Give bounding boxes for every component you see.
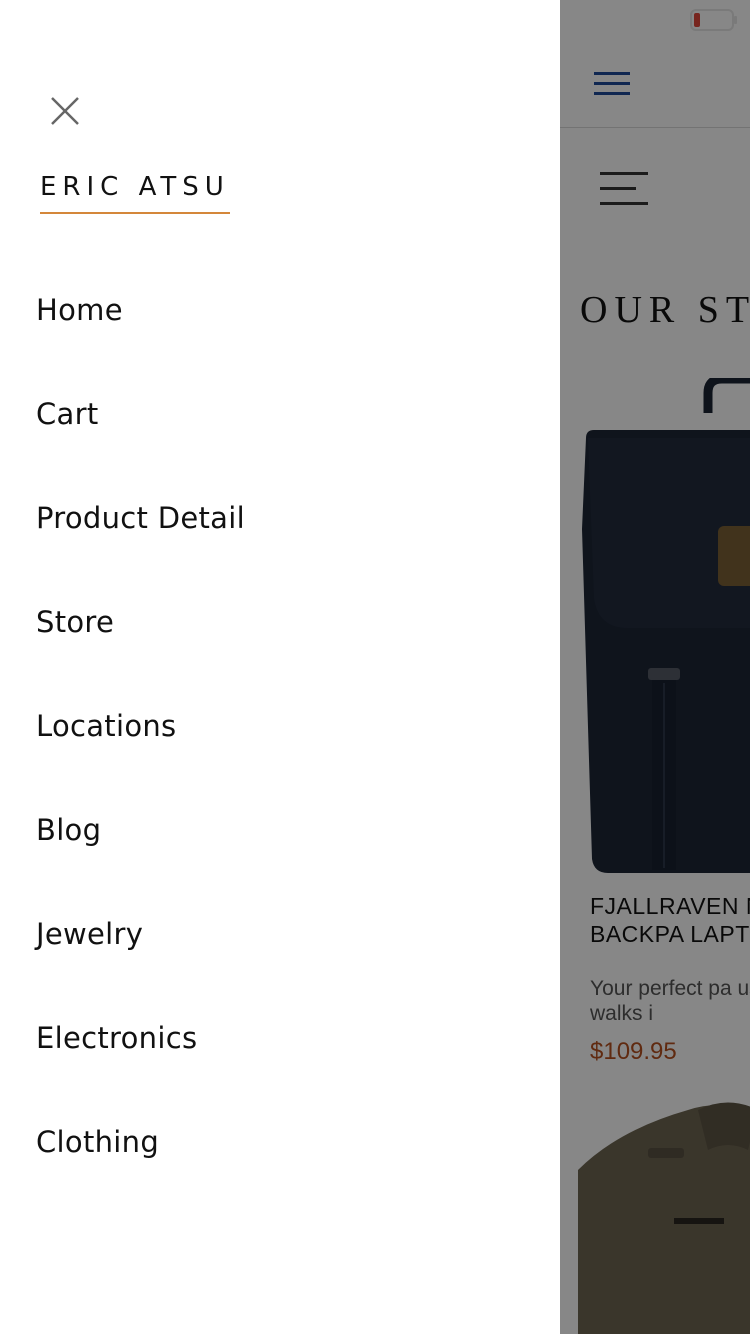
- nav-item-store[interactable]: Store: [36, 570, 516, 674]
- brand-logo[interactable]: ERIC ATSU: [40, 172, 230, 214]
- dim-overlay[interactable]: [560, 0, 750, 1334]
- nav-item-product-detail[interactable]: Product Detail: [36, 466, 516, 570]
- drawer-nav: Home Cart Product Detail Store Locations…: [36, 258, 516, 1194]
- close-icon: [49, 95, 81, 131]
- nav-item-locations[interactable]: Locations: [36, 674, 516, 778]
- close-button[interactable]: [40, 88, 90, 138]
- navigation-drawer: ERIC ATSU Home Cart Product Detail Store…: [0, 0, 560, 1334]
- nav-item-cart[interactable]: Cart: [36, 362, 516, 466]
- nav-item-clothing[interactable]: Clothing: [36, 1090, 516, 1194]
- nav-item-home[interactable]: Home: [36, 258, 516, 362]
- nav-item-electronics[interactable]: Electronics: [36, 986, 516, 1090]
- nav-item-jewelry[interactable]: Jewelry: [36, 882, 516, 986]
- nav-item-blog[interactable]: Blog: [36, 778, 516, 882]
